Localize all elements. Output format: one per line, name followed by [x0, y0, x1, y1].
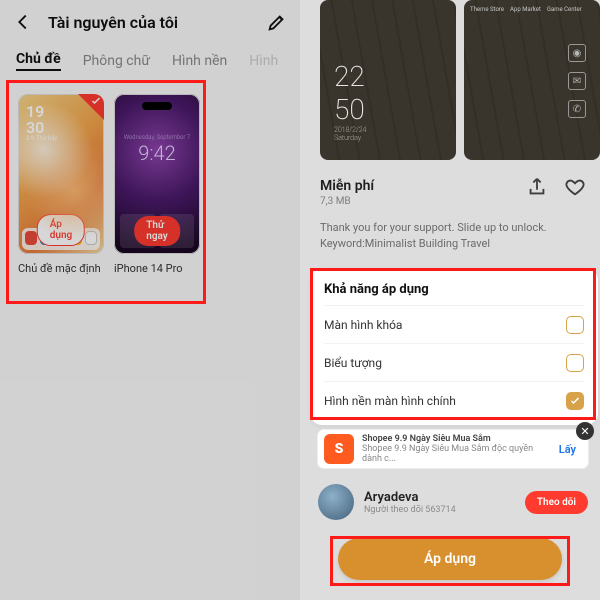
- clock-preview: Wednesday, September 7 9:42: [114, 134, 200, 165]
- theme-label: iPhone 14 Pro: [114, 262, 200, 275]
- tab-fonts[interactable]: Phông chữ: [83, 53, 150, 69]
- try-theme-button[interactable]: Thử ngay: [134, 216, 180, 246]
- ad-text: Shopee 9.9 Ngày Siêu Mua Sắm Shopee 9.9 …: [362, 434, 545, 464]
- apply-button[interactable]: Áp dụng: [338, 538, 562, 580]
- preview-homescreen[interactable]: Theme Store App Market Game Center ◉ ✉ ✆: [464, 0, 600, 160]
- back-icon[interactable]: [12, 11, 34, 33]
- heart-icon[interactable]: [564, 176, 586, 198]
- camera-icon: ◉: [568, 44, 586, 62]
- tab-more[interactable]: Hình: [249, 53, 278, 69]
- dock-preview: [22, 228, 100, 250]
- avatar: [318, 484, 354, 520]
- preview-row[interactable]: 22 50 2018/2/24 Saturday Theme Store App…: [320, 0, 600, 170]
- apply-options-panel: Khả năng áp dụng Màn hình khóa Biểu tượn…: [310, 268, 598, 425]
- description: Thank you for your support. Slide up to …: [320, 220, 584, 252]
- checkbox-icon[interactable]: [566, 354, 584, 372]
- theme-thumbnail[interactable]: Wednesday, September 7 9:42 Thử ngay: [114, 94, 200, 254]
- page-title: Tài nguyên của tôi: [48, 13, 252, 32]
- apply-option-homewall[interactable]: Hình nền màn hình chính: [324, 381, 584, 419]
- close-icon[interactable]: ✕: [576, 422, 594, 440]
- apply-option-lockscreen[interactable]: Màn hình khóa: [324, 305, 584, 343]
- dynamic-island-icon: [142, 102, 172, 110]
- checkbox-icon[interactable]: [566, 392, 584, 410]
- tab-themes[interactable]: Chủ đề: [16, 51, 61, 71]
- ad-get-button[interactable]: Lấy: [553, 443, 582, 456]
- theme-card-iphone14pro[interactable]: Wednesday, September 7 9:42 Thử ngay iPh…: [114, 94, 200, 275]
- selected-check-icon: [78, 94, 104, 120]
- phone-icon: ✆: [568, 100, 586, 118]
- apply-option-icons[interactable]: Biểu tượng: [324, 343, 584, 381]
- author-meta: Người theo dõi 563714: [364, 505, 456, 515]
- theme-grid: 19 30 2-9 Thứ bảy Áp dụng Chủ đề mặc địn…: [14, 90, 286, 279]
- shortcut-icons: ◉ ✉ ✆: [568, 44, 586, 118]
- clock-preview: 19 30 2-9 Thứ bảy: [26, 104, 57, 142]
- apply-options-title: Khả năng áp dụng: [324, 282, 584, 297]
- ad-card[interactable]: S Shopee 9.9 Ngày Siêu Mua Sắm Shopee 9.…: [318, 430, 588, 468]
- follow-button[interactable]: Theo dõi: [525, 491, 588, 514]
- ad-logo-icon: S: [324, 434, 354, 464]
- share-icon[interactable]: [526, 176, 548, 198]
- tab-wallpapers[interactable]: Hình nền: [172, 53, 227, 69]
- edit-icon[interactable]: [266, 11, 288, 33]
- author-name: Aryadeva: [364, 490, 456, 505]
- message-icon: ✉: [568, 72, 586, 90]
- preview-lockscreen[interactable]: 22 50 2018/2/24 Saturday: [320, 0, 456, 160]
- tabs-bar: Chủ đề Phông chữ Hình nền Hình: [0, 44, 300, 78]
- theme-thumbnail[interactable]: 19 30 2-9 Thứ bảy Áp dụng: [18, 94, 104, 254]
- top-labels: Theme Store App Market Game Center: [470, 6, 594, 13]
- checkbox-icon[interactable]: [566, 316, 584, 334]
- clock-preview: 22 50 2018/2/24 Saturday: [334, 60, 366, 142]
- theme-card-default[interactable]: 19 30 2-9 Thứ bảy Áp dụng Chủ đề mặc địn…: [18, 94, 104, 275]
- apply-theme-button[interactable]: Áp dụng: [37, 214, 85, 246]
- author-row[interactable]: Aryadeva Người theo dõi 563714 Theo dõi: [318, 484, 588, 520]
- theme-label: Chủ đề mặc định: [18, 262, 104, 275]
